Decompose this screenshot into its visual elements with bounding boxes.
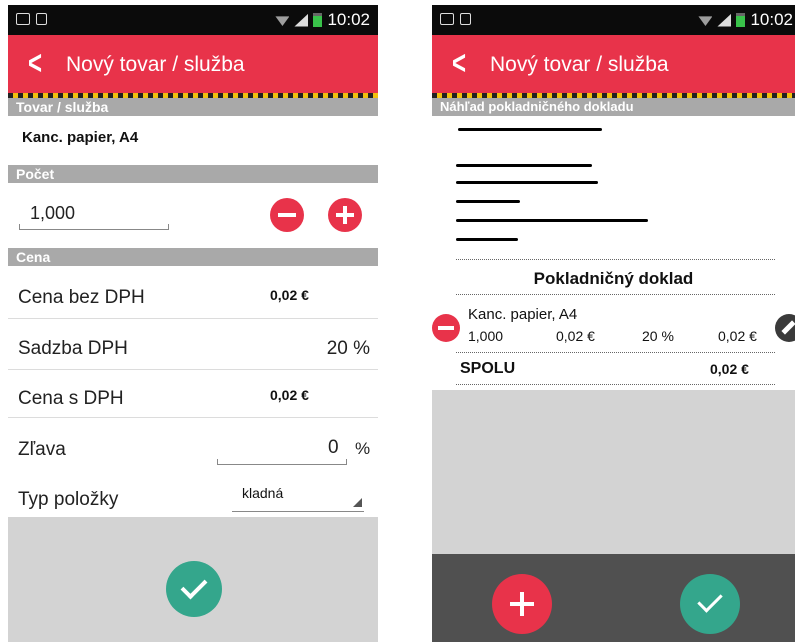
total-value: 0,02 €	[710, 361, 749, 377]
discount-unit: %	[355, 439, 371, 458]
item-type-select[interactable]: kladná	[242, 485, 283, 501]
document-notification-icon	[460, 13, 471, 25]
item-name-field[interactable]: Kanc. papier, A4	[22, 129, 138, 146]
redacted-line	[456, 181, 598, 184]
pencil-icon	[781, 320, 795, 335]
signal-icon	[717, 13, 732, 27]
dotted-separator	[456, 294, 775, 295]
chevron-left-icon[interactable]: <	[452, 44, 466, 83]
status-bar: 10:02	[432, 5, 795, 35]
item-type-label: Typ položky	[18, 489, 119, 510]
item-type-underline	[232, 506, 364, 512]
divider	[8, 318, 378, 319]
battery-icon	[736, 13, 746, 27]
section-header-preview: Náhľad pokladničného dokladu	[432, 98, 795, 116]
quantity-underline	[19, 224, 169, 230]
line-item-quantity: 1,000	[468, 328, 504, 344]
vat-rate-value[interactable]: 20 %	[327, 338, 370, 360]
check-icon	[697, 587, 723, 614]
discount-label: Zľava	[18, 439, 66, 460]
redacted-line	[456, 219, 648, 222]
quantity-input[interactable]: 1,000	[30, 203, 75, 224]
plus-icon	[492, 574, 552, 634]
right-screen: 10:02 < Nový tovar / služba Náhľad pokla…	[432, 5, 795, 642]
section-header-item: Tovar / služba	[8, 98, 378, 116]
check-icon	[180, 572, 208, 600]
plus-icon	[328, 198, 362, 232]
price-with-vat-value[interactable]: 0,02 €	[270, 387, 309, 403]
section-header-price: Cena	[8, 248, 378, 266]
remove-item-button[interactable]	[432, 314, 460, 342]
minus-icon	[438, 326, 454, 330]
wifi-icon	[698, 16, 713, 26]
discount-underline	[217, 459, 347, 465]
app-bar: < Nový tovar / služba	[8, 35, 378, 93]
redacted-line	[456, 164, 592, 167]
image-notification-icon	[16, 13, 30, 25]
status-time: 10:02	[327, 10, 370, 29]
dotted-separator	[456, 384, 775, 385]
increment-button[interactable]	[328, 198, 362, 232]
battery-icon	[313, 13, 323, 27]
redacted-line	[456, 200, 520, 203]
line-item-unit-price: 0,02 €	[556, 328, 595, 344]
discount-input[interactable]: 0	[328, 437, 339, 459]
price-no-vat-value[interactable]: 0,02 €	[270, 287, 309, 303]
line-item-total: 0,02 €	[718, 328, 757, 344]
price-no-vat-label: Cena bez DPH	[18, 287, 145, 308]
dropdown-arrow-icon	[353, 498, 362, 507]
line-item-vat: 20 %	[642, 328, 674, 344]
redacted-line	[456, 238, 518, 241]
section-header-count: Počet	[8, 165, 378, 183]
divider	[8, 417, 378, 418]
minus-icon	[278, 213, 296, 217]
page-title: Nový tovar / služba	[490, 53, 669, 76]
app-bar: < Nový tovar / služba	[432, 35, 795, 93]
confirm-button[interactable]	[680, 574, 740, 634]
decrement-button[interactable]	[270, 198, 304, 232]
line-item-name: Kanc. papier, A4	[468, 306, 578, 323]
receipt-title: Pokladničný doklad	[533, 269, 694, 288]
left-screen: 10:02 < Nový tovar / služba Tovar / služ…	[8, 5, 378, 642]
wifi-icon	[275, 16, 290, 26]
edit-item-button[interactable]	[775, 314, 795, 342]
dotted-separator	[456, 259, 775, 260]
image-notification-icon	[440, 13, 454, 25]
add-item-button[interactable]	[492, 574, 552, 634]
document-notification-icon	[36, 13, 47, 25]
bottom-bar	[8, 517, 378, 642]
signal-icon	[294, 13, 309, 27]
content-gray-area	[432, 390, 795, 554]
divider	[8, 369, 378, 370]
status-bar: 10:02	[8, 5, 378, 35]
confirm-button[interactable]	[166, 561, 222, 617]
total-label: SPOLU	[460, 360, 516, 377]
receipt-paper: Pokladničný doklad Kanc. papier, A4 1,00…	[432, 116, 795, 390]
vat-rate-label: Sadzba DPH	[18, 338, 128, 359]
page-title: Nový tovar / služba	[66, 53, 245, 76]
dotted-separator	[456, 352, 775, 353]
price-with-vat-label: Cena s DPH	[18, 388, 124, 409]
chevron-left-icon[interactable]: <	[28, 44, 42, 83]
bottom-bar	[432, 554, 795, 642]
status-time: 10:02	[750, 10, 793, 29]
redacted-line	[458, 128, 602, 131]
